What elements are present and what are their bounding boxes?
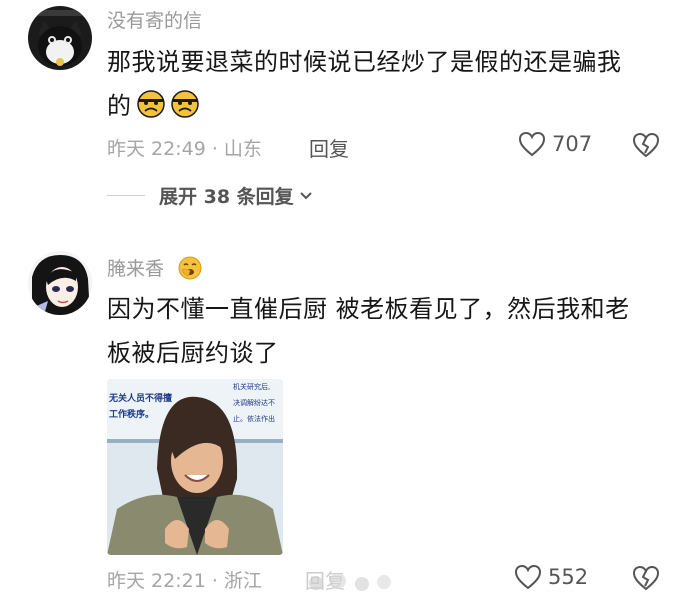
sign-text: 无关人员不得擅 <box>108 392 172 404</box>
blurred-watermark-icon <box>292 571 402 595</box>
like-count: 552 <box>548 565 589 589</box>
comment-text: 因为不懂一直催后厨 被老板看见了，然后我和老 板被后厨约谈了 <box>107 287 677 375</box>
comment-text-line: 的 <box>107 92 132 120</box>
photo-image: 无关人员不得擅 工作秩序。 机关研究后, 决调解纷达不 止。依法作出 <box>107 379 283 555</box>
username[interactable]: 腌来香 <box>107 254 164 281</box>
watermark <box>282 567 404 597</box>
comment-text: 那我说要退菜的时候说已经炒了是假的还是骗我 的 <box>107 40 677 128</box>
comment-text-line: 因为不懂一直催后厨 被老板看见了，然后我和老 <box>107 295 630 323</box>
cat-avatar-icon <box>28 6 92 70</box>
reply-button[interactable]: 回复 <box>309 133 349 162</box>
sign-text: 工作秩序。 <box>109 408 154 420</box>
sign-text: 机关研究后, <box>233 382 270 391</box>
comment-meta: 昨天 22:21 · 浙江 <box>107 570 262 592</box>
dislike-button[interactable] <box>632 564 660 596</box>
like-button[interactable]: 707 <box>518 131 592 157</box>
heart-icon <box>514 564 542 590</box>
broken-heart-icon <box>632 565 660 591</box>
like-button[interactable]: 552 <box>514 564 588 590</box>
sign-text: 决调解纷达不 <box>233 398 275 407</box>
avatar[interactable] <box>28 6 92 70</box>
worried-face-icon <box>136 90 165 118</box>
expand-replies-row[interactable]: 展开 38 条回复 <box>107 182 314 209</box>
sign-text: 止。依法作出 <box>233 414 275 423</box>
comment-text-line: 那我说要退菜的时候说已经炒了是假的还是骗我 <box>107 48 622 76</box>
anime-girl-avatar-icon <box>28 251 92 315</box>
comment-text-line: 板被后厨约谈了 <box>107 339 279 367</box>
avatar[interactable] <box>28 251 92 315</box>
expand-replies-label[interactable]: 展开 38 条回复 <box>159 182 294 209</box>
username[interactable]: 没有寄的信 <box>107 6 202 33</box>
broken-heart-icon <box>632 132 660 158</box>
like-count: 707 <box>552 132 593 156</box>
dislike-button[interactable] <box>632 131 660 163</box>
comment-photo[interactable]: 无关人员不得擅 工作秩序。 机关研究后, 决调解纷达不 止。依法作出 <box>107 379 283 555</box>
comment-meta: 昨天 22:49 · 山东 <box>107 138 262 160</box>
chevron-down-icon <box>299 191 312 199</box>
divider <box>107 195 145 196</box>
heart-icon <box>518 131 546 157</box>
yawning-face-icon <box>178 256 202 280</box>
worried-face-icon <box>170 90 199 118</box>
